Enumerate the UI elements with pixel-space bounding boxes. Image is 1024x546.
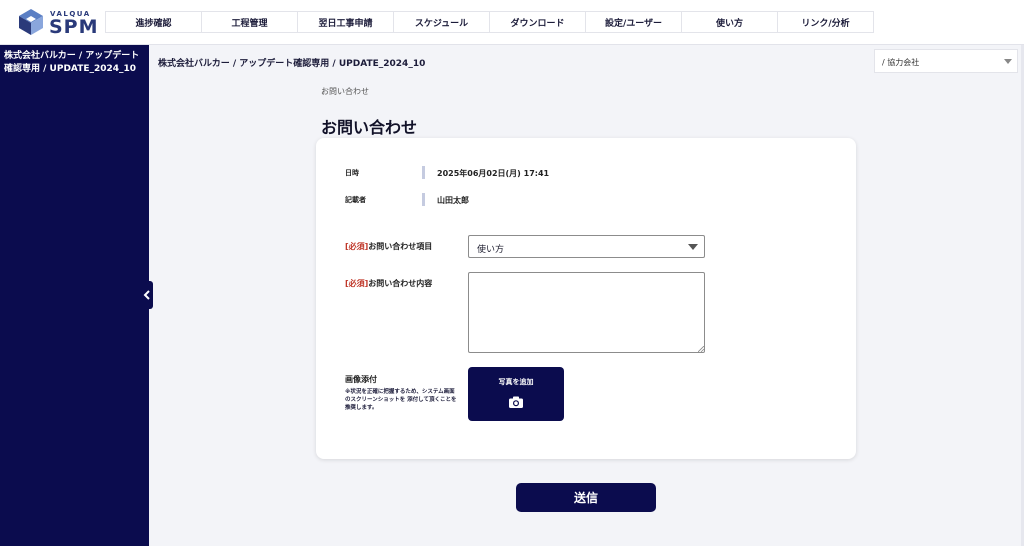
category-label: [必須]お問い合わせ項目 xyxy=(345,241,432,252)
sidebar-project-title[interactable]: 株式会社バルカー / アップデート確認専用 / UPDATE_2024_10 xyxy=(4,50,146,76)
attach-label: 画像添付 xyxy=(345,375,377,384)
sidebar-collapse-button[interactable] xyxy=(141,281,153,309)
caret-down-icon xyxy=(1004,59,1012,64)
chevron-left-icon xyxy=(143,290,150,300)
submit-button[interactable]: 送信 xyxy=(516,483,656,512)
caret-down-icon xyxy=(688,244,698,250)
company-select[interactable]: / 協力会社 xyxy=(874,49,1018,73)
required-tag: [必須] xyxy=(345,242,369,251)
author-divider xyxy=(422,193,425,206)
nav-item-download[interactable]: ダウンロード xyxy=(490,12,586,32)
author-label: 記載者 xyxy=(345,196,366,204)
logo-brand-big: SPM xyxy=(49,16,99,38)
nav-item-process[interactable]: 工程管理 xyxy=(202,12,298,32)
content-label: [必須]お問い合わせ内容 xyxy=(345,278,432,289)
logo[interactable]: VALQUA SPM xyxy=(18,7,108,39)
nav-item-next-day-request[interactable]: 翌日工事申請 xyxy=(298,12,394,32)
datetime-label: 日時 xyxy=(345,169,359,177)
resize-grip-icon[interactable] xyxy=(698,346,704,352)
content-textarea[interactable] xyxy=(468,272,705,353)
nav-item-settings[interactable]: 設定/ユーザー xyxy=(586,12,682,32)
nav-item-usage[interactable]: 使い方 xyxy=(682,12,778,32)
content-label-text: お問い合わせ内容 xyxy=(368,279,433,288)
nav-item-schedule[interactable]: スケジュール xyxy=(394,12,490,32)
add-photo-button[interactable]: 写真を追加 xyxy=(468,367,564,421)
add-photo-label: 写真を追加 xyxy=(498,378,534,386)
sidebar: 株式会社バルカー / アップデート確認専用 / UPDATE_2024_10 xyxy=(0,45,149,546)
inquiry-form-card: 日時 2025年06月02日(月) 17:41 記載者 山田太郎 [必須]お問い… xyxy=(316,138,856,459)
main-nav: 進捗確認 工程管理 翌日工事申請 スケジュール ダウンロード 設定/ユーザー 使… xyxy=(105,11,874,33)
author-value: 山田太郎 xyxy=(437,196,469,205)
nav-item-links[interactable]: リンク/分析 xyxy=(778,12,873,32)
company-select-value: / 協力会社 xyxy=(882,58,920,67)
camera-icon xyxy=(509,396,523,408)
category-select[interactable]: 使い方 xyxy=(468,235,705,258)
attach-note: ※状況を正確に把握するため、システム画面のスクリーンショットを 添付して頂くこと… xyxy=(345,389,457,411)
nav-item-progress[interactable]: 進捗確認 xyxy=(106,12,202,32)
project-breadcrumb: 株式会社バルカー / アップデート確認専用 / UPDATE_2024_10 xyxy=(158,59,426,69)
datetime-value: 2025年06月02日(月) 17:41 xyxy=(437,169,550,178)
datetime-divider xyxy=(422,166,425,179)
required-tag: [必須] xyxy=(345,279,369,288)
category-label-text: お問い合わせ項目 xyxy=(368,242,433,251)
page-title: お問い合わせ xyxy=(321,118,418,137)
category-select-value: 使い方 xyxy=(477,245,505,255)
breadcrumb: お問い合わせ xyxy=(321,87,369,96)
app-header: VALQUA SPM 進捗確認 工程管理 翌日工事申請 スケジュール ダウンロー… xyxy=(0,0,1024,45)
logo-cube-icon xyxy=(19,9,43,35)
